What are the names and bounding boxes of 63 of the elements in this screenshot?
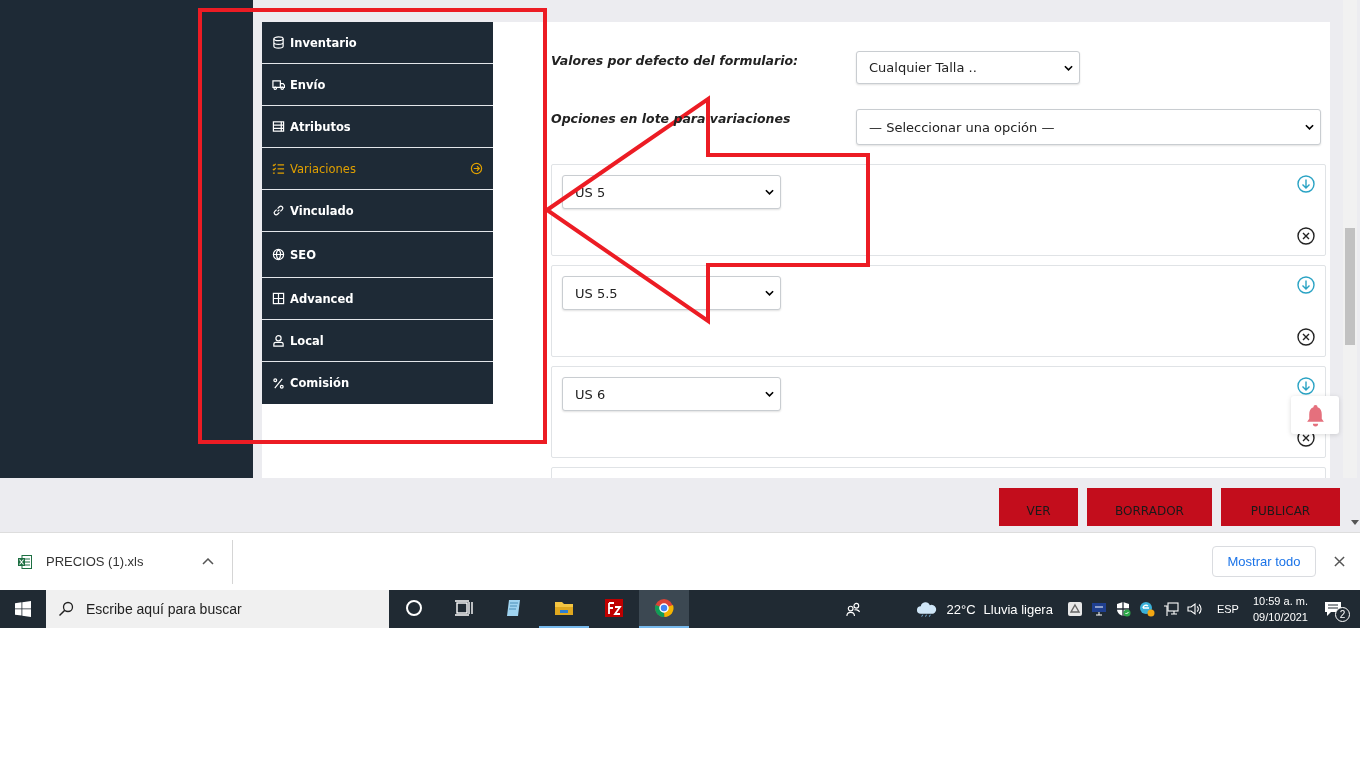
menu-item[interactable]: Vinculado <box>262 190 493 232</box>
download-icon[interactable] <box>1297 175 1315 193</box>
clock[interactable]: 10:59 a. m. 09/10/2021 <box>1252 593 1308 625</box>
browser-icon <box>653 597 675 619</box>
cloud-icon[interactable] <box>915 601 937 617</box>
task-view-icon <box>453 597 475 619</box>
menu-item[interactable]: Comisión <box>262 362 493 404</box>
shield-icon[interactable] <box>1114 601 1131 617</box>
download-file-name[interactable]: PRECIOS (1).xls <box>46 554 202 569</box>
link-icon <box>272 204 285 217</box>
chevron-up-icon[interactable] <box>202 558 214 565</box>
close-icon[interactable] <box>1297 328 1315 346</box>
close-icon[interactable] <box>1334 556 1345 567</box>
chevron-down-icon <box>1064 64 1073 71</box>
chevron-down-icon <box>765 290 774 296</box>
people-icon[interactable] <box>844 600 862 618</box>
spreadsheet-icon <box>17 553 33 570</box>
user-icon <box>272 334 285 347</box>
network-icon[interactable] <box>1162 601 1179 617</box>
menu-item[interactable]: Variaciones <box>262 148 493 190</box>
menu-item[interactable]: Inventario <box>262 22 493 64</box>
show-all-button[interactable]: Mostrar todo <box>1212 546 1316 577</box>
windows-start-icon[interactable] <box>15 601 31 617</box>
bulk-select[interactable]: — Seleccionar una opción — <box>856 109 1321 145</box>
menu-item[interactable]: SEO <box>262 232 493 278</box>
chevron-down-icon <box>765 391 774 397</box>
size-select[interactable]: Cualquier Talla .. <box>856 51 1080 84</box>
list-icon <box>272 120 285 133</box>
menu-item[interactable]: Advanced <box>262 278 493 320</box>
database-icon <box>272 36 285 49</box>
bell-icon <box>1304 403 1326 427</box>
speaker-icon[interactable] <box>1186 601 1203 617</box>
scrollbar[interactable] <box>1343 0 1357 478</box>
variation-select[interactable]: US 5.5 <box>562 276 781 310</box>
monitor-icon[interactable] <box>1090 601 1107 617</box>
chevron-down-icon <box>1305 124 1314 130</box>
globe-icon <box>272 248 285 261</box>
checklist-icon <box>272 162 285 175</box>
variation-select[interactable]: US 6 <box>562 377 781 411</box>
language-indicator[interactable]: ESP <box>1216 603 1239 615</box>
taskbar-search-field[interactable]: Escribe aquí para buscar <box>46 590 389 628</box>
browser-icon[interactable] <box>1138 601 1155 617</box>
menu-item[interactable]: Envío <box>262 64 493 106</box>
chevron-down-icon <box>765 189 774 195</box>
download-icon[interactable] <box>1297 377 1315 395</box>
weather-text[interactable]: Lluvia ligera <box>983 601 1053 617</box>
grid-icon <box>272 292 285 305</box>
arrow-circle-icon <box>470 162 483 175</box>
temperature[interactable]: 22°C <box>946 601 976 617</box>
truck-icon <box>272 78 285 91</box>
filezilla-icon <box>603 597 625 619</box>
search-icon <box>58 601 74 617</box>
percent-icon <box>272 376 285 390</box>
drive-icon[interactable] <box>1066 601 1083 617</box>
close-icon[interactable] <box>1297 227 1315 245</box>
download-icon[interactable] <box>1297 276 1315 294</box>
menu-item[interactable]: Local <box>262 320 493 362</box>
field-label: Valores por defecto del formulario: <box>551 52 800 68</box>
scroll-down-icon[interactable] <box>1351 520 1359 525</box>
scrollbar-thumb[interactable] <box>1345 228 1355 345</box>
circle-icon <box>403 597 425 619</box>
notification-count: 2 <box>1335 607 1350 622</box>
menu-item[interactable]: Atributos <box>262 106 493 148</box>
